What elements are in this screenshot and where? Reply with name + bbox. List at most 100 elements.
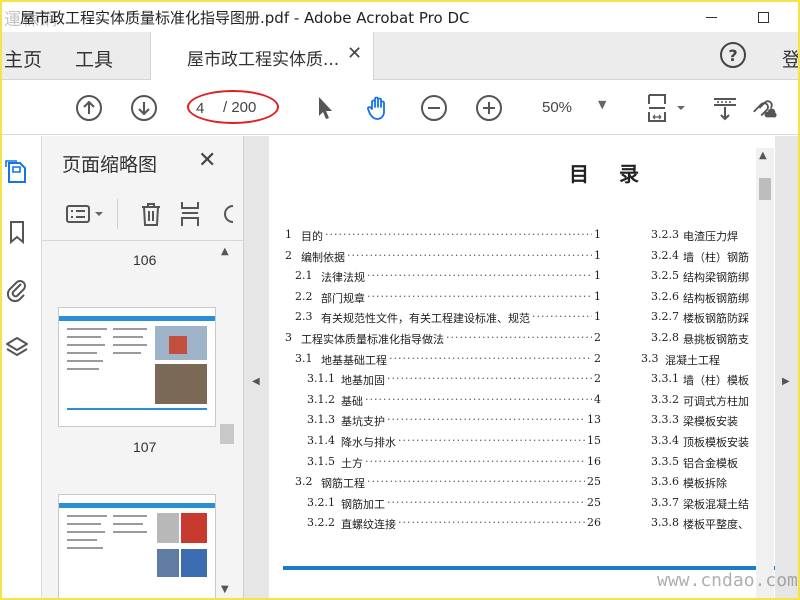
zoom-out-icon[interactable]: [419, 93, 449, 123]
toc-entry-number: 3.2.8: [651, 331, 679, 344]
watermark-bottom-right: www.cndao.com: [657, 570, 798, 591]
toc-entry-number: 3.2.7: [651, 310, 679, 324]
thumbnail-text-line: [113, 328, 147, 330]
main-toolbar: / 200 50% ▼: [2, 81, 798, 135]
delete-page-icon[interactable]: [136, 199, 166, 229]
toc-entry-number: 2.2: [295, 289, 313, 303]
thumbnail-text-line: [113, 352, 141, 354]
toc-entry-page: 1: [594, 289, 601, 303]
thumbnail-options-icon[interactable]: [64, 199, 108, 229]
scroll-up-icon[interactable]: ▲: [221, 246, 229, 257]
toc-entry-text: 部门规章: [321, 291, 365, 305]
toc-leader-dots: ········································…: [365, 392, 592, 406]
toc-entry-number: 3.3.3: [651, 413, 679, 427]
fit-page-icon[interactable]: [642, 93, 688, 123]
page-extract-icon[interactable]: [176, 199, 206, 229]
toc-leader-dots: ········································…: [367, 269, 592, 283]
sign-in-link[interactable]: 登: [782, 45, 798, 72]
toc-entry-number: 3.3: [641, 351, 659, 365]
select-tool-icon[interactable]: [309, 93, 339, 123]
window-title: 屋市政工程实体质量标准化指导图册.pdf - Adobe Acrobat Pro…: [20, 9, 470, 27]
toc-entry-number: 3.2.5: [651, 269, 679, 283]
thumbnail-text-line: [67, 360, 103, 362]
previous-page-icon[interactable]: [74, 93, 104, 123]
toc-leader-dots: ········································…: [347, 248, 592, 262]
page-thumbnail-108[interactable]: [58, 494, 216, 598]
toc-entry-number: 3.1: [295, 351, 313, 365]
toc-entry[interactable]: 1 目的 ·····································…: [285, 228, 601, 246]
toc-entry[interactable]: 3.1.4 降水与排水 ······························…: [307, 434, 601, 452]
toc-entry-text: 电渣压力焊: [683, 230, 738, 243]
toc-entry[interactable]: 3.3 混凝土工程: [641, 352, 765, 370]
page-thumbnail-107[interactable]: [58, 307, 216, 427]
thumbnail-text-line: [67, 328, 107, 330]
layers-icon[interactable]: [4, 334, 30, 362]
toc-entry-number: 3.1.5: [307, 454, 335, 468]
thumbnail-photo: [181, 549, 207, 577]
toc-entry[interactable]: 3.1.1 地基加固 ·······························…: [307, 372, 601, 390]
toc-entry-number: 2: [285, 248, 292, 262]
attachments-icon[interactable]: [4, 276, 30, 304]
scrollbar-thumb[interactable]: [759, 178, 771, 200]
toc-entry-number: 3.1.3: [307, 413, 335, 427]
toc-entry-text: 工程实体质量标准化指导做法: [301, 333, 444, 346]
bookmarks-icon[interactable]: [4, 218, 30, 246]
collapse-left-panel-icon[interactable]: ◀: [252, 376, 260, 387]
thumbnail-photo: [169, 336, 187, 354]
toc-entry[interactable]: 3.2.2 直螺纹连接 ······························…: [307, 516, 601, 534]
thumbnail-text-line: [67, 539, 97, 541]
rotate-page-icon[interactable]: [216, 199, 243, 229]
thumbnail-photo: [155, 364, 207, 404]
thumbnail-text-line: [67, 336, 101, 338]
toc-entry[interactable]: 2.3 有关规范性文件，有关工程建设标准、规范··················…: [295, 310, 601, 328]
thumbnail-scrollbar[interactable]: ▲ ▼: [218, 246, 236, 598]
scroll-down-icon[interactable]: ▼: [221, 584, 229, 595]
document-scrollbar[interactable]: ▲: [756, 148, 774, 598]
toc-entry-text: 墙（柱）模板: [683, 374, 749, 388]
tab-tools[interactable]: 工具: [75, 45, 113, 72]
zoom-level-dropdown[interactable]: 50% ▼: [530, 94, 614, 122]
toc-entry[interactable]: 3.2 钢筋工程 ·································…: [295, 475, 601, 493]
thumbnail-text-line: [67, 523, 101, 525]
close-tab-icon[interactable]: ✕: [347, 43, 362, 64]
page-thumbnails-panel: 页面缩略图 ✕ 106 107 ▲ ▼: [42, 136, 244, 598]
page-thumbnails-icon[interactable]: [4, 158, 30, 186]
help-icon[interactable]: ?: [720, 42, 746, 68]
toc-entry-text: 基坑支护: [341, 415, 385, 429]
toc-entry-page: 1: [594, 228, 601, 241]
toc-entry-text: 墙（柱）钢筋: [683, 250, 749, 264]
close-panel-icon[interactable]: ✕: [198, 148, 216, 173]
toc-entry[interactable]: 3.1.3 基坑支护 ·······························…: [307, 413, 601, 431]
zoom-in-icon[interactable]: [474, 93, 504, 123]
toc-entry[interactable]: 3.1 地基基础工程 ·······························…: [295, 352, 601, 370]
toc-entry[interactable]: 2.2 部门规章 ·································…: [295, 290, 601, 308]
toc-entry-text: 结构板钢筋绑: [683, 291, 749, 305]
collapse-right-panel-icon[interactable]: ▶: [782, 376, 790, 387]
scrollbar-thumb[interactable]: [220, 424, 234, 444]
minimize-button[interactable]: [688, 2, 734, 32]
toc-entry[interactable]: 3.1.5 土方 ·································…: [307, 455, 601, 473]
toc-entry-number: 3.3.7: [651, 495, 679, 509]
share-link-icon[interactable]: [750, 93, 780, 123]
toc-entry[interactable]: 2.1 法律法规 ·································…: [295, 269, 601, 287]
hand-tool-icon[interactable]: [363, 93, 393, 123]
toc-entry[interactable]: 2 编制依据 ···································…: [285, 249, 601, 267]
maximize-button[interactable]: [740, 2, 786, 32]
toc-entry-page: 4: [594, 392, 601, 406]
toc-entry[interactable]: 3.2.1 钢筋加工 ·······························…: [307, 496, 601, 514]
maximize-icon: [757, 11, 769, 23]
scroll-up-icon[interactable]: ▲: [759, 150, 767, 161]
toc-entry[interactable]: 3.1.2 基础 ·································…: [307, 393, 601, 411]
tab-document[interactable]: 屋市政工程实体质... ✕: [150, 32, 374, 80]
thumbnail-text-line: [113, 523, 143, 525]
scroll-mode-icon[interactable]: [710, 93, 740, 123]
next-page-icon[interactable]: [129, 93, 159, 123]
document-tab-label: 屋市政工程实体质...: [187, 50, 340, 70]
thumbnail-text-line: [113, 531, 147, 533]
toc-entry-text: 铝合金模板: [683, 456, 738, 470]
thumbnail-text-line: [67, 368, 99, 370]
toc-entry-text: 梁模板安装: [683, 415, 738, 429]
tab-home[interactable]: 主页: [4, 45, 42, 72]
toc-entry-number: 3.2.3: [651, 228, 679, 241]
toc-entry[interactable]: 3 工程实体质量标准化指导做法 ··························…: [285, 331, 601, 349]
